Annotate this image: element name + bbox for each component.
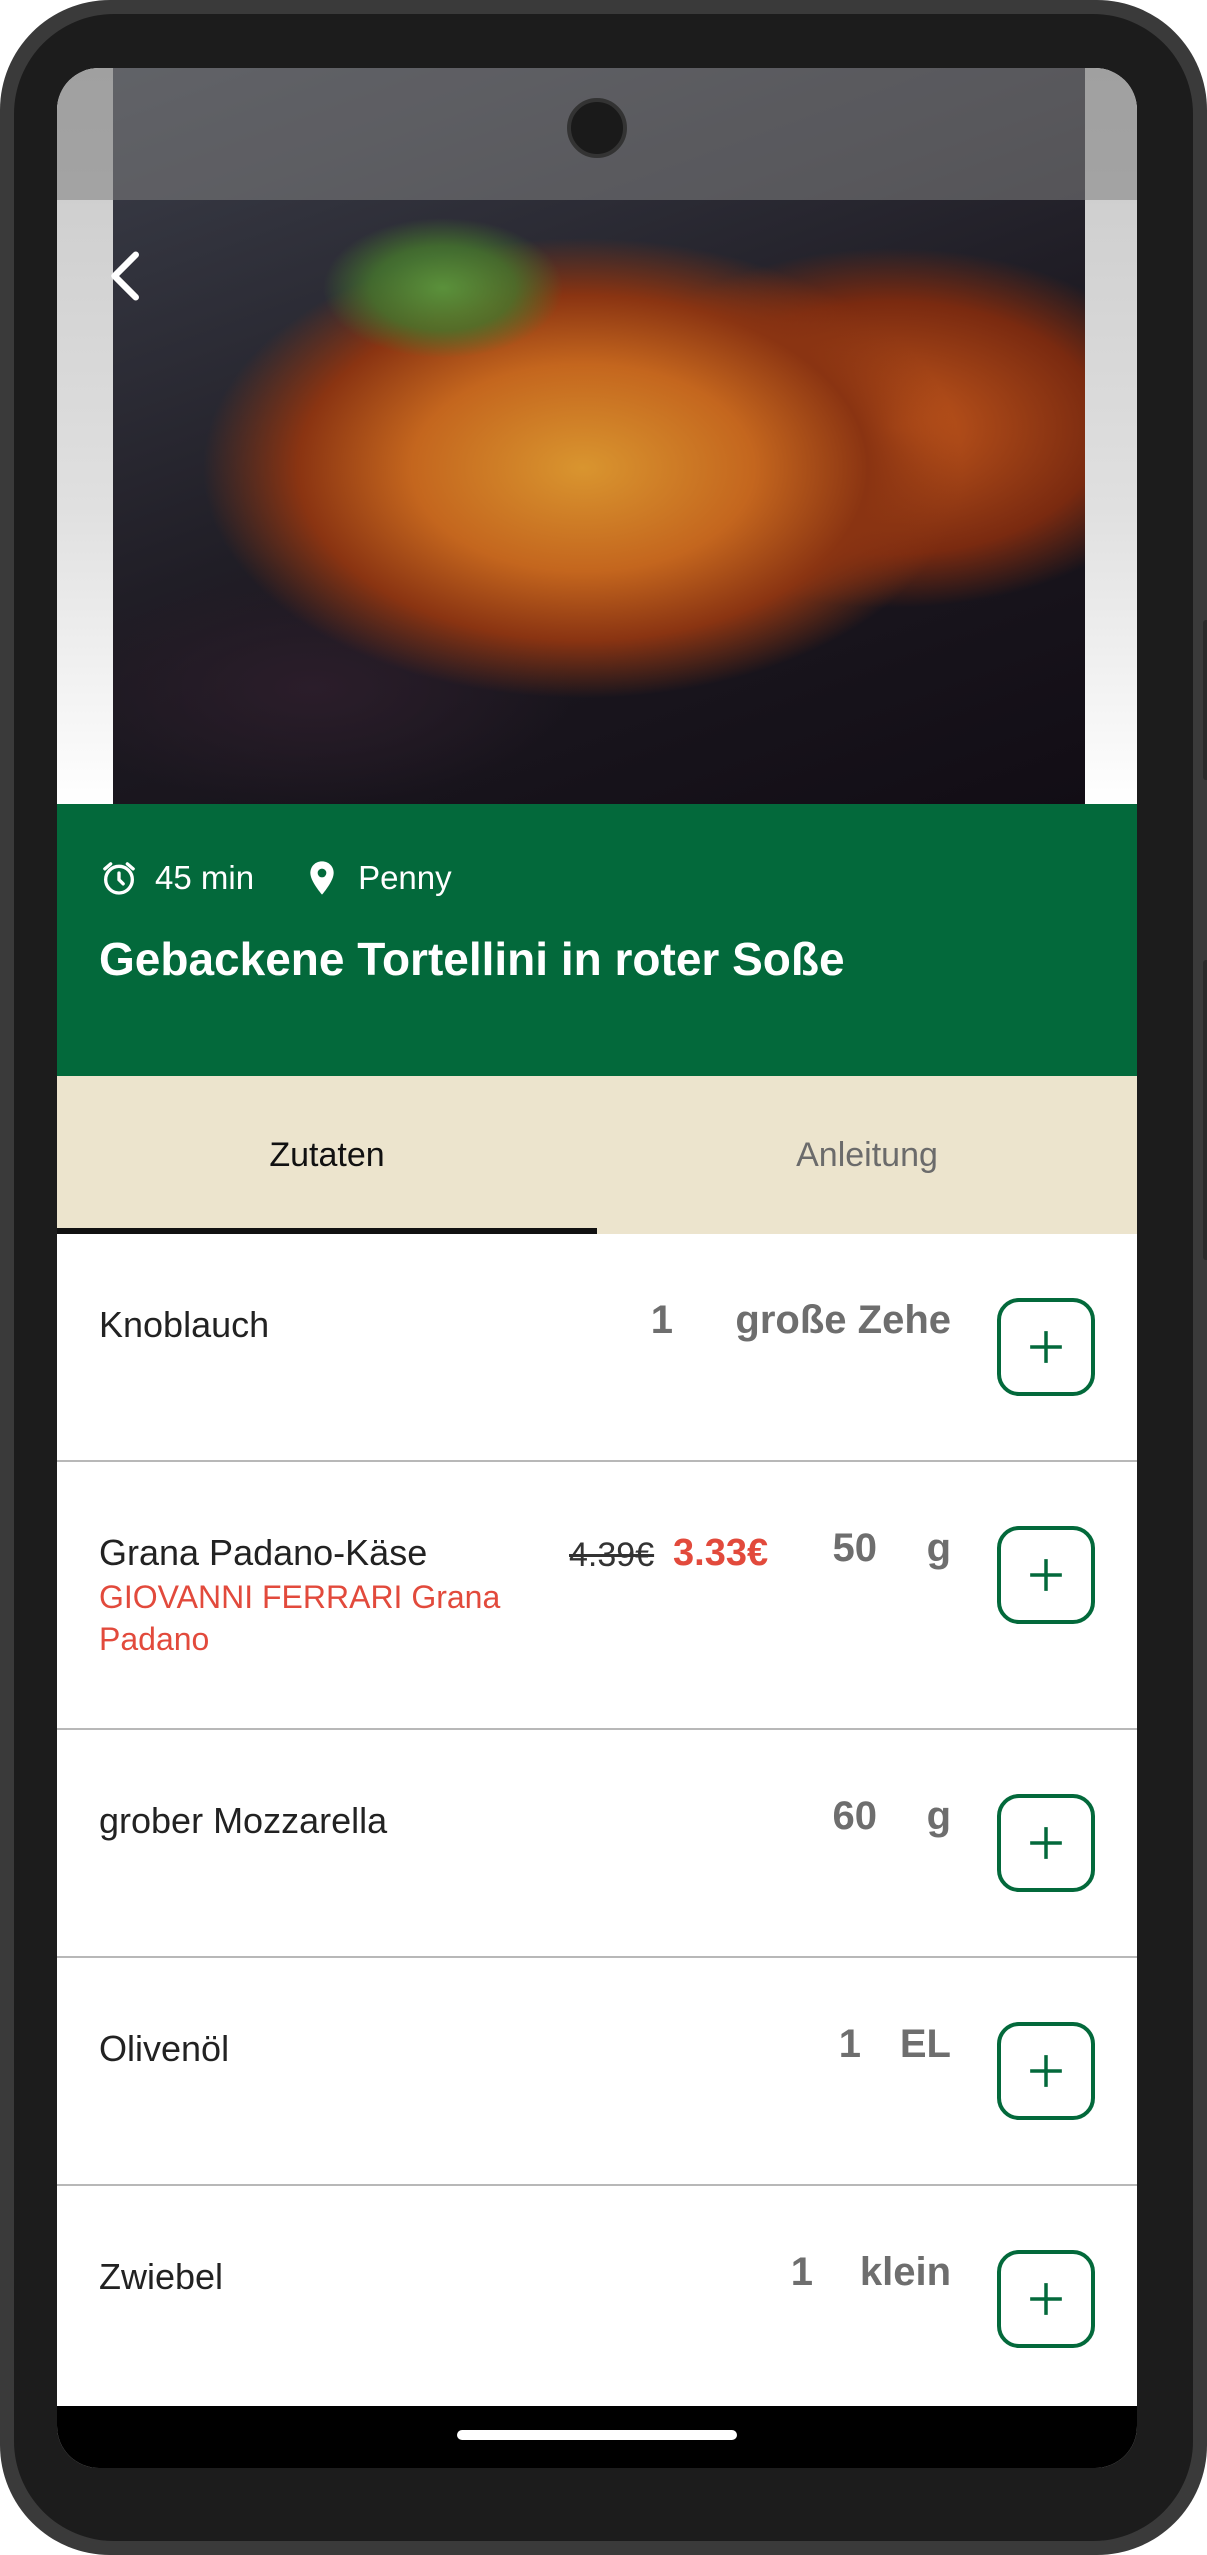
system-navigation-bar: [57, 2406, 1137, 2468]
ingredient-amount: 1: [790, 2250, 813, 2294]
recipe-title: Gebackene Tortellini in roter Soße: [99, 933, 845, 985]
plus-icon: [1030, 2283, 1062, 2315]
plus-icon: [1030, 1331, 1062, 1363]
front-camera: [567, 98, 627, 158]
ingredient-row: Knoblauch 1 große Zehe: [57, 1234, 1137, 1462]
app-screen: 45 min Penny Gebackene Tortellini in rot…: [57, 68, 1137, 2468]
volume-button: [1203, 960, 1207, 1260]
add-ingredient-button[interactable]: [997, 2250, 1095, 2348]
power-button: [1203, 620, 1207, 780]
ingredient-row: Grana Padano-Käse GIOVANNI FERRARI Grana…: [57, 1462, 1137, 1730]
plus-icon: [1030, 2055, 1062, 2087]
cooking-time-text: 45 min: [155, 859, 255, 896]
ingredient-unit: große Zehe: [735, 1298, 951, 1342]
ingredient-list: Knoblauch 1 große Zehe Grana Padano-Käse…: [57, 1234, 1137, 2414]
ingredient-unit: g: [926, 1526, 951, 1570]
tab-zutaten[interactable]: Zutaten: [57, 1076, 597, 1234]
product-name: GIOVANNI FERRARI Grana Padano: [99, 1579, 501, 1657]
home-gesture-handle[interactable]: [457, 2430, 737, 2440]
recipe-hero: [57, 68, 1137, 804]
recipe-header: 45 min Penny Gebackene Tortellini in rot…: [57, 804, 1137, 1076]
ingredient-name: Zwiebel: [99, 2256, 224, 2297]
ingredient-unit: g: [926, 1794, 951, 1838]
chevron-left-icon: [111, 251, 139, 301]
store-name: Penny: [358, 859, 452, 896]
ingredient-row: grober Mozzarella 60 g: [57, 1730, 1137, 1958]
ingredient-name: Grana Padano-Käse: [99, 1532, 428, 1573]
back-button[interactable]: [89, 238, 165, 314]
plus-icon: [1030, 1559, 1062, 1591]
ingredient-name: Olivenöl: [99, 2028, 230, 2069]
add-ingredient-button[interactable]: [997, 1298, 1095, 1396]
alarm-clock-icon: [103, 862, 135, 895]
location-pin-icon: [310, 861, 334, 895]
recipe-tabs: Zutaten Anleitung: [57, 1076, 1137, 1234]
old-price: 4.39€: [569, 1536, 655, 1574]
add-ingredient-button[interactable]: [997, 1526, 1095, 1624]
ingredient-unit: klein: [859, 2250, 951, 2294]
store: Penny: [302, 858, 452, 898]
ingredient-row: Zwiebel 1 klein: [57, 2186, 1137, 2414]
ingredient-unit: EL: [899, 2022, 951, 2066]
ingredient-amount: 60: [832, 1794, 878, 1838]
ingredient-name: Knoblauch: [99, 1304, 270, 1345]
ingredient-row: Olivenöl 1 EL: [57, 1958, 1137, 2186]
ingredient-name: grober Mozzarella: [99, 1800, 388, 1841]
cooking-time: 45 min: [99, 858, 254, 898]
plus-icon: [1030, 1827, 1062, 1859]
recipe-meta: 45 min Penny: [99, 858, 500, 898]
add-ingredient-button[interactable]: [997, 2022, 1095, 2120]
add-ingredient-button[interactable]: [997, 1794, 1095, 1892]
ingredient-amount: 50: [832, 1526, 878, 1570]
tab-anleitung[interactable]: Anleitung: [597, 1076, 1137, 1234]
ingredient-amount: 1: [650, 1298, 673, 1342]
sale-price: 3.33€: [673, 1532, 769, 1574]
ingredient-amount: 1: [838, 2022, 861, 2066]
